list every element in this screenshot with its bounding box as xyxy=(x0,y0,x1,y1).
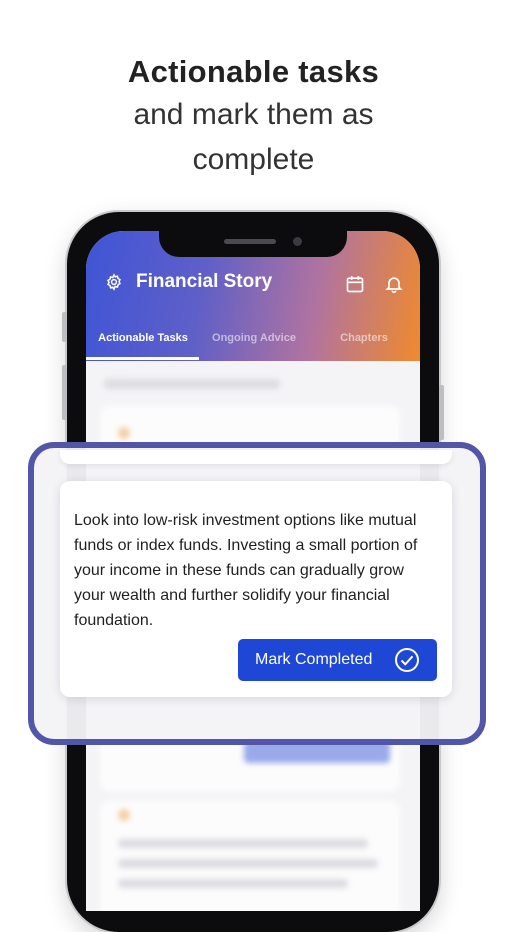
phone-side-button-left-lower xyxy=(62,365,67,420)
check-circle-icon xyxy=(395,648,419,672)
tab-actionable-tasks[interactable]: Actionable Tasks xyxy=(90,332,196,344)
mark-completed-button[interactable]: Mark Completed xyxy=(238,639,437,681)
tab-chapters[interactable]: Chapters xyxy=(312,332,416,344)
calendar-icon[interactable] xyxy=(345,274,365,294)
task-card: Look into low-risk investment options li… xyxy=(60,481,452,697)
marketing-headline: Actionable tasks and mark them as comple… xyxy=(0,52,507,182)
gear-icon[interactable] xyxy=(105,273,123,291)
blurred-line-2 xyxy=(118,859,378,868)
phone-notch xyxy=(159,231,347,257)
bell-icon[interactable] xyxy=(384,274,404,294)
mark-completed-label: Mark Completed xyxy=(255,651,373,668)
app-header: Financial Story Actionable Tasks Ongoing… xyxy=(86,231,420,361)
phone-side-button-left xyxy=(62,312,67,342)
headline-line-3: complete xyxy=(192,143,315,176)
previous-card-edge xyxy=(60,450,452,464)
blurred-bullet-lower xyxy=(118,809,130,821)
blurred-line-3 xyxy=(118,879,348,888)
blurred-card-lower xyxy=(100,801,400,911)
task-description: Look into low-risk investment options li… xyxy=(74,512,418,629)
blurred-bullet-top xyxy=(118,427,130,439)
app-title: Financial Story xyxy=(136,271,273,292)
active-tab-indicator xyxy=(86,357,199,360)
tab-ongoing-advice[interactable]: Ongoing Advice xyxy=(202,332,306,344)
phone-side-button-right xyxy=(439,385,444,440)
notch-camera xyxy=(293,237,302,246)
headline-line-2: and mark them as xyxy=(133,98,374,131)
notch-speaker xyxy=(224,239,276,244)
blurred-section-heading xyxy=(104,379,280,389)
blurred-line-1 xyxy=(118,839,368,848)
headline-bold: Actionable tasks xyxy=(127,54,380,89)
